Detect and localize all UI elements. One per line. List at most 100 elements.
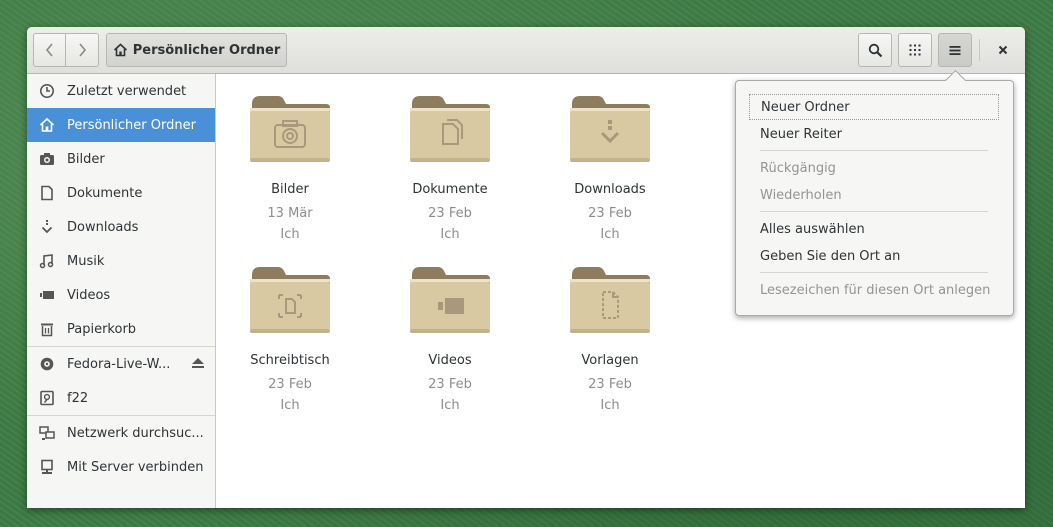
menu-item-label: Rückgängig xyxy=(760,160,836,176)
folder-date: 23 Feb xyxy=(268,377,312,392)
download-icon xyxy=(39,219,55,235)
server-icon xyxy=(39,459,55,475)
sidebar-item-home[interactable]: Persönlicher Ordner xyxy=(27,108,215,142)
sidebar-item-network[interactable]: Netzwerk durchsuc... xyxy=(27,416,215,450)
menu-separator xyxy=(760,211,988,212)
view-mode-button[interactable] xyxy=(898,33,932,67)
sidebar-item-label: Dokumente xyxy=(67,185,143,201)
video-icon xyxy=(39,287,55,303)
menu-item-label: Geben Sie den Ort an xyxy=(760,248,901,264)
folder-item-dokumente[interactable]: Dokumente 23 Feb Ich xyxy=(370,92,530,245)
folder-item-downloads[interactable]: Downloads 23 Feb Ich xyxy=(530,92,690,245)
folder-name: Videos xyxy=(428,353,472,368)
hamburger-icon xyxy=(949,45,961,55)
folder-icon xyxy=(408,263,492,337)
folder-owner: Ich xyxy=(280,227,300,242)
sidebar-item-recent[interactable]: Zuletzt verwendet xyxy=(27,74,215,108)
forward-button[interactable] xyxy=(65,33,99,67)
search-icon xyxy=(868,43,882,57)
sidebar-item-label: Videos xyxy=(67,287,111,303)
eject-icon[interactable] xyxy=(191,357,205,373)
sidebar-item-label: Netzwerk durchsuc... xyxy=(67,425,204,441)
folder-item-schreibtisch[interactable]: Schreibtisch 23 Feb Ich xyxy=(210,263,370,416)
sidebar-item-label: Mit Server verbinden xyxy=(67,459,204,475)
menu-item-label: Alles auswählen xyxy=(760,221,865,237)
folder-icon xyxy=(568,263,652,337)
folder-icon xyxy=(248,263,332,337)
sidebar-item-label: Bilder xyxy=(67,151,105,167)
folder-item-bilder[interactable]: Bilder 13 Mär Ich xyxy=(210,92,370,245)
menu-item-label: Wiederholen xyxy=(760,187,842,203)
menu-item-label: Neuer Ordner xyxy=(761,99,850,115)
menu-button[interactable] xyxy=(938,33,972,67)
sidebar-item-connect-server[interactable]: Mit Server verbinden xyxy=(27,450,215,484)
menu-separator xyxy=(760,150,988,151)
sidebar-item-label: Papierkorb xyxy=(67,321,137,337)
header-separator xyxy=(979,39,980,61)
sidebar-item-label: Fedora-Live-W... xyxy=(67,356,171,372)
menu-item-new-tab[interactable]: Neuer Reiter xyxy=(749,121,999,147)
app-menu-popover: Neuer Ordner Neuer Reiter Rückgängig Wie… xyxy=(735,69,1014,316)
close-window-button[interactable] xyxy=(988,35,1018,65)
grid-view-icon xyxy=(909,44,921,56)
menu-separator xyxy=(760,272,988,273)
folder-owner: Ich xyxy=(280,398,300,413)
header-bar: Persönlicher Ordner xyxy=(27,27,1025,74)
trash-icon xyxy=(39,321,55,337)
home-icon xyxy=(113,43,127,57)
menu-item-redo[interactable]: Wiederholen xyxy=(749,182,999,208)
menu-item-new-folder[interactable]: Neuer Ordner xyxy=(749,94,999,120)
sidebar-item-live-disc[interactable]: Fedora-Live-W... xyxy=(27,347,215,381)
sidebar-item-label: Musik xyxy=(67,253,105,269)
folder-owner: Ich xyxy=(440,398,460,413)
path-bar-home-button[interactable]: Persönlicher Ordner xyxy=(106,33,287,67)
clock-icon xyxy=(39,83,55,99)
close-icon xyxy=(998,45,1008,55)
folder-name: Dokumente xyxy=(412,182,488,197)
chevron-left-icon xyxy=(45,43,53,57)
search-button[interactable] xyxy=(858,33,892,67)
menu-item-undo[interactable]: Rückgängig xyxy=(749,155,999,181)
sidebar-item-f22[interactable]: f22 xyxy=(27,381,215,415)
sidebar-item-trash[interactable]: Papierkorb xyxy=(27,312,215,346)
folder-icon xyxy=(248,92,332,166)
sidebar-item-label: Persönlicher Ordner xyxy=(67,117,196,133)
folder-owner: Ich xyxy=(600,398,620,413)
back-button[interactable] xyxy=(33,33,66,67)
sidebar-item-downloads[interactable]: Downloads xyxy=(27,210,215,244)
camera-icon xyxy=(39,151,55,167)
sidebar-item-videos[interactable]: Videos xyxy=(27,278,215,312)
folder-name: Vorlagen xyxy=(581,353,639,368)
folder-icon xyxy=(568,92,652,166)
folder-date: 13 Mär xyxy=(267,206,313,221)
folder-owner: Ich xyxy=(440,227,460,242)
sidebar-item-pictures[interactable]: Bilder xyxy=(27,142,215,176)
folder-item-videos[interactable]: Videos 23 Feb Ich xyxy=(370,263,530,416)
menu-item-label: Lesezeichen für diesen Ort anlegen xyxy=(760,282,991,298)
folder-item-vorlagen[interactable]: Vorlagen 23 Feb Ich xyxy=(530,263,690,416)
sidebar-item-music[interactable]: Musik xyxy=(27,244,215,278)
folder-date: 23 Feb xyxy=(428,377,472,392)
folder-date: 23 Feb xyxy=(588,377,632,392)
sidebar-item-documents[interactable]: Dokumente xyxy=(27,176,215,210)
network-icon xyxy=(39,425,55,441)
folder-icon xyxy=(408,92,492,166)
home-icon xyxy=(39,117,55,133)
folder-name: Schreibtisch xyxy=(250,353,330,368)
menu-item-bookmark[interactable]: Lesezeichen für diesen Ort anlegen xyxy=(749,277,999,303)
path-bar-label: Persönlicher Ordner xyxy=(132,42,281,58)
folder-name: Downloads xyxy=(574,182,646,197)
folder-date: 23 Feb xyxy=(588,206,632,221)
music-icon xyxy=(39,253,55,269)
folder-owner: Ich xyxy=(600,227,620,242)
folder-name: Bilder xyxy=(271,182,309,197)
folder-date: 23 Feb xyxy=(428,206,472,221)
document-icon xyxy=(39,185,55,201)
sidebar-item-label: Downloads xyxy=(67,219,139,235)
chevron-right-icon xyxy=(79,43,87,57)
sidebar-item-label: f22 xyxy=(67,390,89,406)
menu-item-enter-location[interactable]: Geben Sie den Ort an xyxy=(749,243,999,269)
menu-item-select-all[interactable]: Alles auswählen xyxy=(749,216,999,242)
disc-icon xyxy=(39,356,55,372)
drive-icon xyxy=(39,390,55,406)
